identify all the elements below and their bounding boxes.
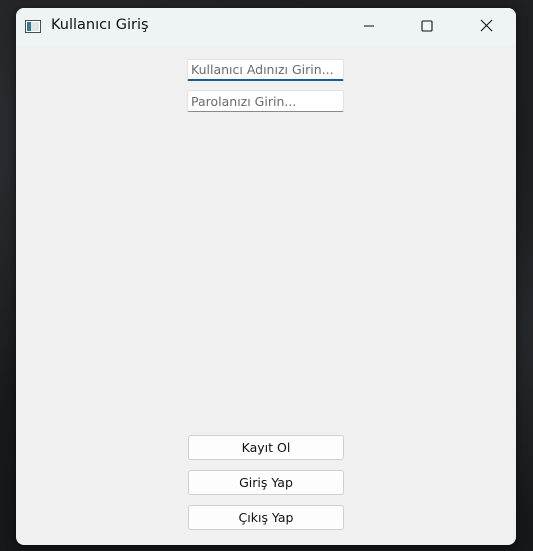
maximize-icon [421,17,433,36]
close-button[interactable] [463,8,509,44]
username-input[interactable] [187,59,344,81]
window-app-icon [25,18,41,33]
password-input[interactable] [187,90,344,112]
login-window: Kullanıcı Giriş Kullanıcı Adınızı Girin.… [16,8,516,545]
register-button[interactable]: Kayıt Ol [188,435,344,460]
close-icon [480,17,493,36]
exit-button[interactable]: Çıkış Yap [188,505,344,530]
minimize-icon [363,17,375,36]
window-title: Kullanıcı Giriş [51,17,149,33]
minimize-button[interactable] [346,8,392,44]
title-bar[interactable]: Kullanıcı Giriş [16,8,516,45]
maximize-button[interactable] [404,8,450,44]
login-button[interactable]: Giriş Yap [188,470,344,495]
